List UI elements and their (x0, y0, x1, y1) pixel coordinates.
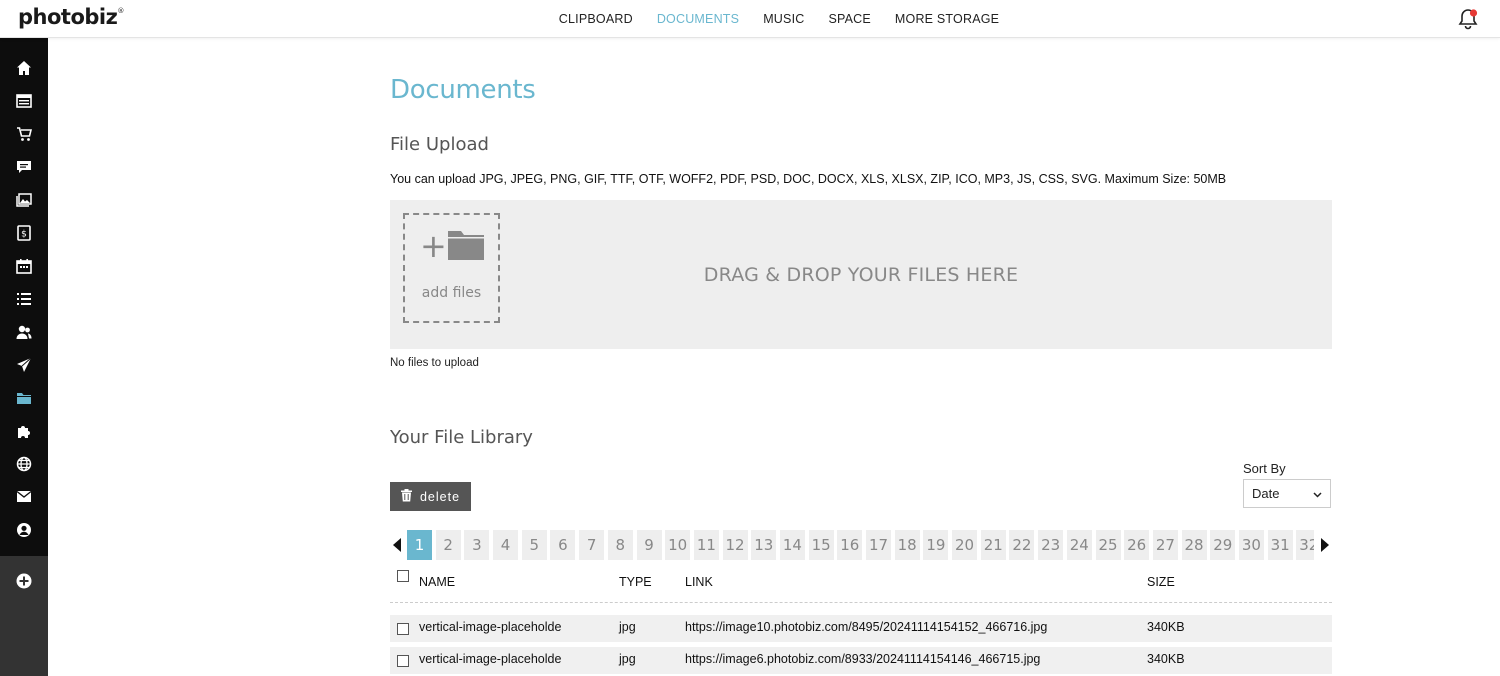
file-name[interactable]: vertical-image-placeholde (419, 615, 561, 640)
page-button[interactable]: 27 (1152, 530, 1178, 560)
file-library-title: Your File Library (390, 427, 533, 448)
page-button[interactable]: 6 (550, 530, 576, 560)
page-button[interactable]: 28 (1181, 530, 1207, 560)
page-button[interactable]: 31 (1267, 530, 1293, 560)
next-page-arrow-icon[interactable] (1318, 530, 1332, 560)
page-button[interactable]: 4 (493, 530, 519, 560)
file-name[interactable]: vertical-image-placeholde (419, 647, 561, 672)
page-button[interactable]: 11 (693, 530, 719, 560)
nav-clipboard[interactable]: CLIPBOARD (559, 12, 633, 26)
file-type: jpg (619, 620, 636, 634)
sidebar-bottom (0, 556, 48, 676)
prev-page-arrow-icon[interactable] (390, 530, 404, 560)
nav-music[interactable]: MUSIC (763, 12, 804, 26)
file-link[interactable]: https://image6.photobiz.com/8933/2024111… (685, 647, 1040, 672)
page-button[interactable]: 18 (894, 530, 920, 560)
page-button[interactable]: 14 (779, 530, 805, 560)
sidebar-list-icon[interactable] (0, 282, 48, 315)
page-button[interactable]: 23 (1038, 530, 1064, 560)
page-button[interactable]: 8 (607, 530, 633, 560)
sidebar: $ (0, 37, 48, 676)
delete-label: delete (419, 489, 461, 504)
page-button[interactable]: 15 (808, 530, 834, 560)
page-button[interactable]: 30 (1238, 530, 1264, 560)
sidebar-globe-icon[interactable] (0, 447, 48, 480)
column-type[interactable]: TYPE (619, 570, 652, 595)
sort-by-label: Sort By (1243, 461, 1286, 476)
chevron-down-icon (1313, 486, 1322, 501)
notification-bell-icon[interactable] (1458, 8, 1478, 30)
allowed-types-text: You can upload JPG, JPEG, PNG, GIF, TTF,… (390, 172, 1227, 186)
svg-text:$: $ (21, 229, 27, 239)
page-button[interactable]: 12 (722, 530, 748, 560)
file-size: 340KB (1147, 620, 1185, 634)
table-row: vertical-image-placeholde jpg https://im… (390, 647, 1332, 674)
page-button[interactable]: 9 (636, 530, 662, 560)
page-button[interactable]: 17 (866, 530, 891, 560)
page-button[interactable]: 19 (923, 530, 949, 560)
row-checkbox[interactable] (397, 655, 409, 667)
sidebar-send-icon[interactable] (0, 348, 48, 381)
column-size[interactable]: SIZE (1147, 570, 1175, 595)
page-button[interactable]: 26 (1124, 530, 1150, 560)
row-checkbox[interactable] (397, 623, 409, 635)
upload-status: No files to upload (390, 357, 479, 369)
table-row: vertical-image-placeholde jpg https://im… (390, 615, 1332, 642)
drop-zone[interactable]: + add files DRAG & DROP YOUR FILES HERE (390, 200, 1332, 349)
column-link: LINK (685, 575, 713, 589)
page-button[interactable]: 3 (464, 530, 490, 560)
page-button[interactable]: 1 (407, 530, 432, 560)
page-button[interactable]: 21 (980, 530, 1006, 560)
file-type: jpg (619, 652, 636, 666)
sidebar-chat-icon[interactable] (0, 150, 48, 183)
plus-icon: + (420, 227, 447, 265)
file-size: 340KB (1147, 652, 1185, 666)
add-files-label: add files (421, 285, 482, 301)
page-button[interactable]: 16 (837, 530, 863, 560)
page-button[interactable]: 20 (952, 530, 978, 560)
page-button[interactable]: 32 (1296, 530, 1314, 560)
sort-by-value: Date (1252, 486, 1280, 501)
sidebar-calendar-icon[interactable] (0, 249, 48, 282)
sidebar-plus-circle-icon[interactable] (0, 556, 48, 606)
sidebar-home-icon[interactable] (0, 51, 48, 84)
sidebar-account-icon[interactable] (0, 513, 48, 546)
page-button[interactable]: 25 (1095, 530, 1121, 560)
sidebar-contacts-icon[interactable] (0, 315, 48, 348)
top-bar: photobiz® CLIPBOARD DOCUMENTS MUSIC SPAC… (0, 0, 1500, 38)
drop-zone-text: DRAG & DROP YOUR FILES HERE (703, 264, 1019, 286)
column-name[interactable]: NAME (419, 570, 455, 595)
page-button[interactable]: 10 (665, 530, 691, 560)
sort-by-select[interactable]: Date (1243, 479, 1331, 508)
page-button[interactable]: 24 (1066, 530, 1092, 560)
page-button[interactable]: 22 (1009, 530, 1035, 560)
folder-icon (448, 228, 484, 265)
sidebar-puzzle-icon[interactable] (0, 414, 48, 447)
trash-icon (400, 488, 412, 505)
pagination: 1 2 3 4 5 6 7 8 9 10 11 12 13 14 15 16 17 18 19 20 21 22 23 24 2… (390, 530, 1332, 560)
sidebar-cart-icon[interactable] (0, 117, 48, 150)
nav-space[interactable]: SPACE (828, 12, 870, 26)
sidebar-invoice-icon[interactable]: $ (0, 216, 48, 249)
sidebar-mail-icon[interactable] (0, 480, 48, 513)
table-header: NAME TYPE LINK SIZE (390, 570, 1332, 603)
nav-documents[interactable]: DOCUMENTS (657, 12, 739, 26)
sidebar-website-icon[interactable] (0, 84, 48, 117)
select-all-checkbox[interactable] (397, 570, 409, 582)
file-upload-title: File Upload (390, 134, 489, 155)
sidebar-gallery-icon[interactable] (0, 183, 48, 216)
page-button[interactable]: 29 (1210, 530, 1236, 560)
page-list: 1 2 3 4 5 6 7 8 9 10 11 12 13 14 15 16 17 18 19 20 21 22 23 24 2… (407, 530, 1314, 560)
page-title: Documents (390, 75, 536, 105)
page-button[interactable]: 2 (435, 530, 461, 560)
sidebar-folder-icon[interactable] (0, 381, 48, 414)
file-link[interactable]: https://image10.photobiz.com/8495/202411… (685, 615, 1047, 640)
nav-more-storage[interactable]: MORE STORAGE (895, 12, 999, 26)
top-nav: CLIPBOARD DOCUMENTS MUSIC SPACE MORE STO… (0, 0, 1500, 37)
page-button[interactable]: 5 (521, 530, 547, 560)
delete-button[interactable]: delete (390, 482, 471, 511)
page-button[interactable]: 7 (579, 530, 605, 560)
page-button[interactable]: 13 (751, 530, 777, 560)
